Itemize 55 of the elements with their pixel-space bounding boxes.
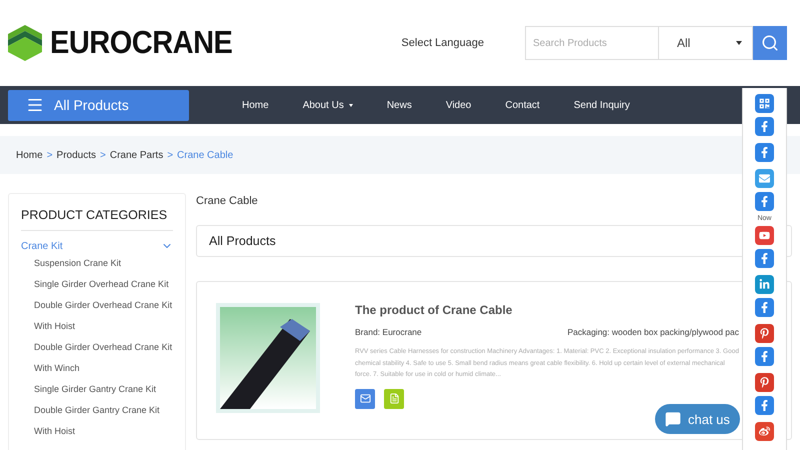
chat-button[interactable]: chat us <box>655 404 740 434</box>
facebook-icon[interactable] <box>755 143 774 162</box>
subcategory-link[interactable]: Double Girder Gantry Crane Kit <box>34 405 160 416</box>
products-filter-bar[interactable]: All Products <box>196 225 792 257</box>
breadcrumb-link[interactable]: Home <box>16 150 43 160</box>
subcategory-link[interactable]: Double Girder Overhead Crane Kit <box>34 300 172 311</box>
breadcrumb-separator: > <box>46 150 53 160</box>
chat-bubble-icon <box>665 411 681 427</box>
facebook-icon[interactable] <box>755 192 774 211</box>
subcategory-link[interactable]: With Hoist <box>34 321 76 332</box>
all-products-button[interactable]: All Products <box>8 90 189 120</box>
product-title[interactable]: The product of Crane Cable <box>355 303 739 317</box>
packaging-text: Packaging: wooden box packing/plywood pac <box>567 327 739 337</box>
language-selector[interactable]: Select Language <box>401 37 484 49</box>
categories-title: PRODUCT CATEGORIES <box>21 208 173 231</box>
breadcrumb-link[interactable]: Products <box>56 150 96 160</box>
youtube-icon[interactable] <box>755 226 774 245</box>
search-button[interactable] <box>753 26 787 60</box>
mail-icon <box>360 393 370 404</box>
facebook-icon[interactable] <box>755 396 774 415</box>
mail-icon[interactable] <box>755 169 774 188</box>
menu-icon <box>26 96 44 114</box>
subcategory-link[interactable]: With Winch <box>34 363 80 374</box>
logo-text: EUROCRANE <box>50 24 232 62</box>
facebook-icon[interactable] <box>755 347 774 366</box>
subcategory-link[interactable]: With Hoist <box>34 426 76 437</box>
weibo-icon[interactable] <box>755 422 774 441</box>
subcategory-link[interactable]: Suspension Crane Kit <box>34 258 122 269</box>
breadcrumb-separator: > <box>100 150 106 160</box>
facebook-icon[interactable] <box>755 117 774 136</box>
subcategory-link[interactable]: Single Girder Gantry Crane Kit <box>34 384 156 395</box>
email-button[interactable] <box>355 388 375 408</box>
breadcrumb-link[interactable]: Crane Parts <box>110 150 164 160</box>
facebook-icon[interactable] <box>755 249 774 268</box>
page-heading: Crane Cable <box>196 195 258 207</box>
facebook-icon[interactable] <box>755 298 774 317</box>
linkedin-icon[interactable] <box>755 275 774 294</box>
nav-link[interactable]: Send Inquiry <box>574 100 630 110</box>
nav-link[interactable]: Home <box>242 100 269 110</box>
nav-link[interactable]: Video <box>446 100 472 110</box>
pinterest-icon[interactable] <box>755 373 774 392</box>
nav-link[interactable]: About Us <box>302 100 353 110</box>
subcategory-link[interactable]: Double Girder Overhead Crane Kit <box>34 342 172 353</box>
document-icon <box>388 393 400 404</box>
category-link[interactable]: Crane Kit <box>21 240 173 252</box>
search-icon <box>761 34 779 52</box>
pinterest-icon[interactable] <box>755 324 774 343</box>
search-field[interactable]: Search Products <box>525 26 659 60</box>
breadcrumb-separator: > <box>167 150 174 160</box>
nav-link[interactable]: Contact <box>505 100 540 110</box>
logo-icon <box>8 25 42 61</box>
qr-code-icon[interactable] <box>755 94 774 113</box>
nav-link[interactable]: News <box>386 100 412 110</box>
subcategory-link[interactable]: Single Girder Overhead Crane Kit <box>34 279 169 290</box>
brand-text: Brand: Eurocrane <box>355 327 422 337</box>
